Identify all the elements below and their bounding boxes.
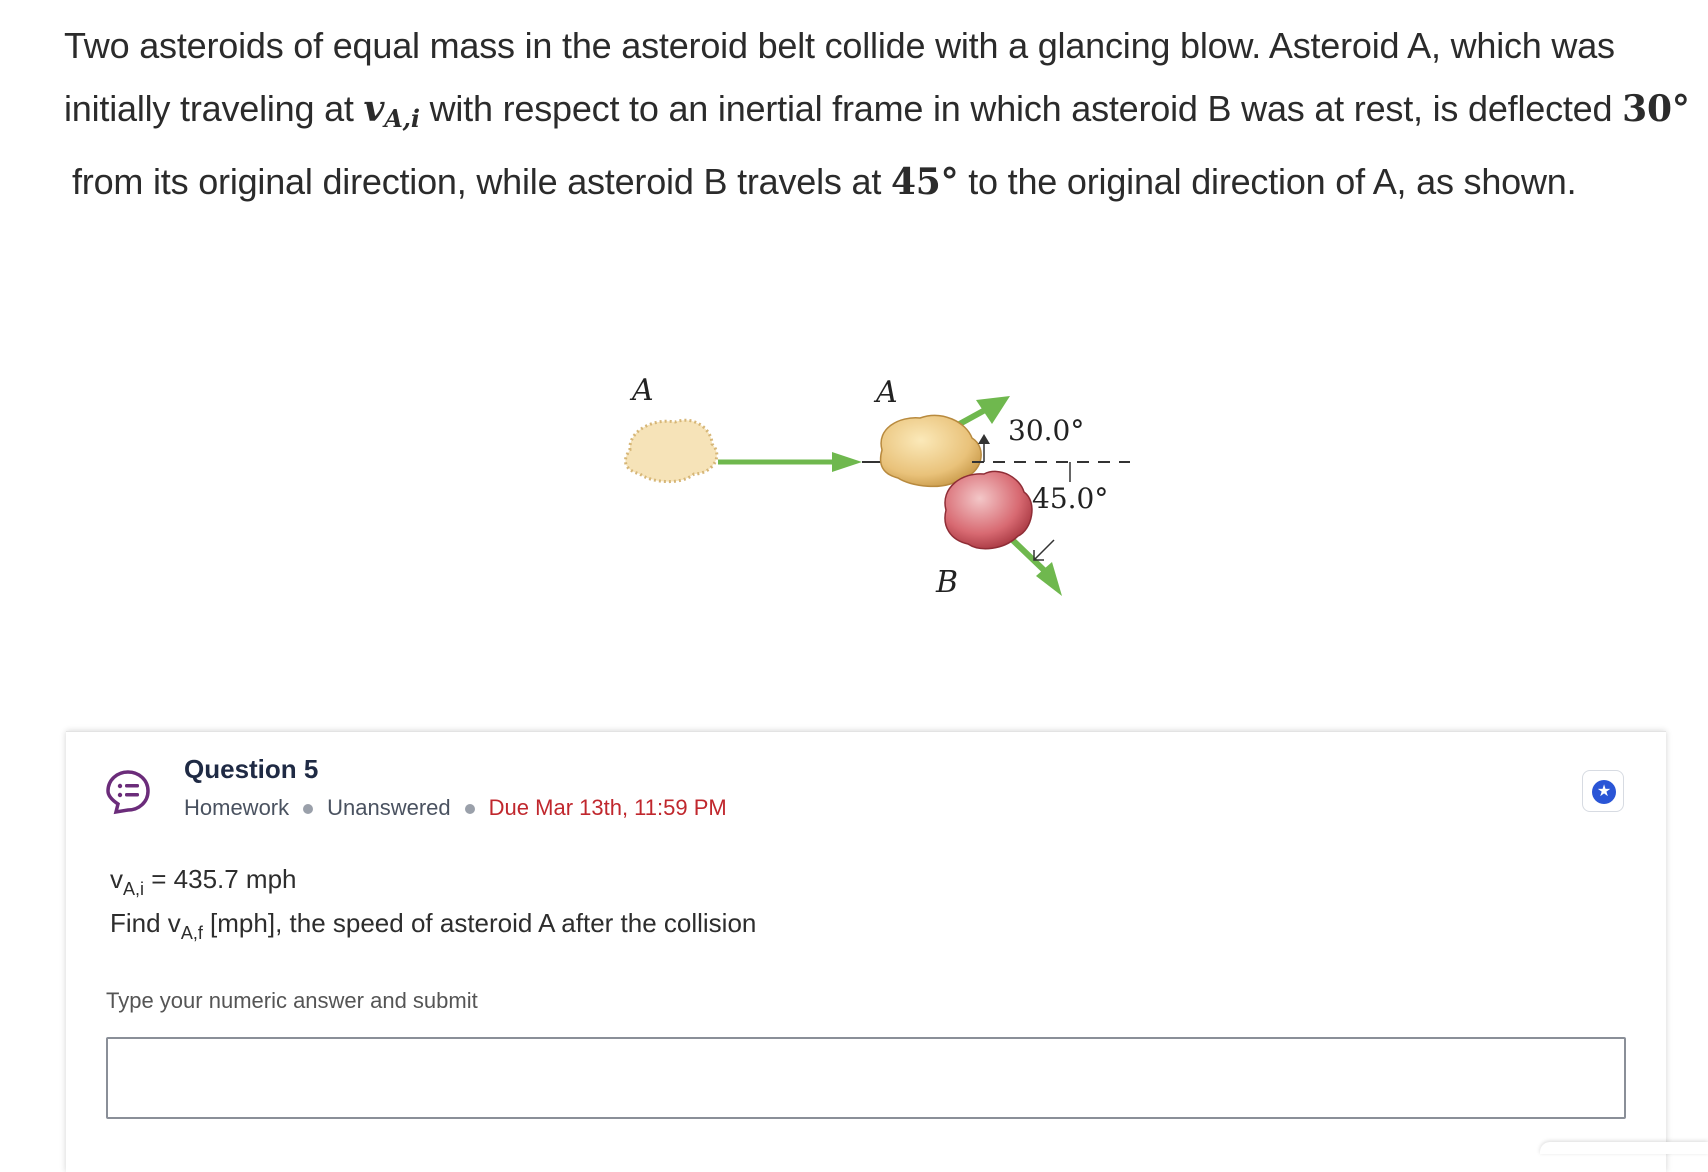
meta-separator-dot [464, 804, 475, 815]
list-bubble-icon [104, 768, 152, 816]
velocity-subscript: A,i [384, 104, 420, 133]
problem-line-2: initially traveling at vA,i with respect… [64, 77, 1690, 150]
label-b: B [935, 565, 958, 600]
label-a-after: A [873, 375, 898, 410]
problem-line-3: from its original direction, while aster… [64, 150, 1624, 214]
given-subscript: A,i [123, 879, 145, 899]
given-var: v [110, 864, 123, 894]
velocity-var: v [363, 88, 385, 130]
asteroid-b [944, 470, 1033, 550]
angle-a-mark-head [978, 434, 990, 444]
problem-statement: Two asteroids of equal mass in the aster… [64, 14, 1690, 214]
question-meta: Homework Unanswered Due Mar 13th, 11:59 PM [184, 795, 727, 821]
given-value: vA,i = 435.7 mph [110, 864, 297, 900]
arrow-incoming-head [832, 452, 862, 472]
find-prompt: Find vA,f [mph], the speed of asteroid A… [110, 908, 756, 944]
star-icon-badge: ★ [1592, 780, 1616, 804]
question-due-date: Due Mar 13th, 11:59 PM [488, 795, 727, 820]
bottom-panel-edge [1540, 1142, 1708, 1154]
problem-line-1: Two asteroids of equal mass in the aster… [64, 25, 1615, 66]
given-number: = 435.7 mph [144, 864, 297, 894]
angle-b-label: 45.0° [1032, 482, 1108, 515]
velocity-symbol: vA,i [363, 88, 420, 133]
question-status: Unanswered [327, 795, 451, 820]
asteroid-a-before [623, 418, 719, 483]
answer-hint: Type your numeric answer and submit [106, 988, 478, 1013]
find-pre: Find v [110, 908, 181, 938]
b-angle: 45° [890, 161, 959, 203]
find-post: [mph], the speed of asteroid A after the… [202, 908, 757, 938]
collision-diagram: A A 30.0° 45.0° B [600, 370, 1140, 610]
label-a-before: A [629, 373, 654, 408]
question-title: Question 5 [184, 754, 319, 784]
problem-line-2-pre: initially traveling at [64, 88, 364, 129]
problem-line-3-pre: from its original direction, while aster… [72, 161, 891, 202]
favorite-button[interactable]: ★ [1582, 770, 1624, 812]
question-type: Homework [184, 795, 290, 820]
problem-line-3-post: to the original direction of A, as shown… [958, 161, 1577, 202]
find-subscript: A,f [180, 923, 203, 943]
collision-diagram-svg: A A 30.0° 45.0° B [623, 373, 1130, 600]
angle-a-label: 30.0° [1008, 414, 1084, 447]
problem-line-2-mid: with respect to an inertial frame in whi… [419, 88, 1623, 129]
star-icon: ★ [1596, 783, 1612, 800]
meta-separator-dot [303, 804, 314, 815]
angle-b-arrow [1033, 539, 1055, 561]
deflection-angle: 30° [1622, 88, 1690, 130]
answer-input[interactable] [106, 1037, 1626, 1119]
